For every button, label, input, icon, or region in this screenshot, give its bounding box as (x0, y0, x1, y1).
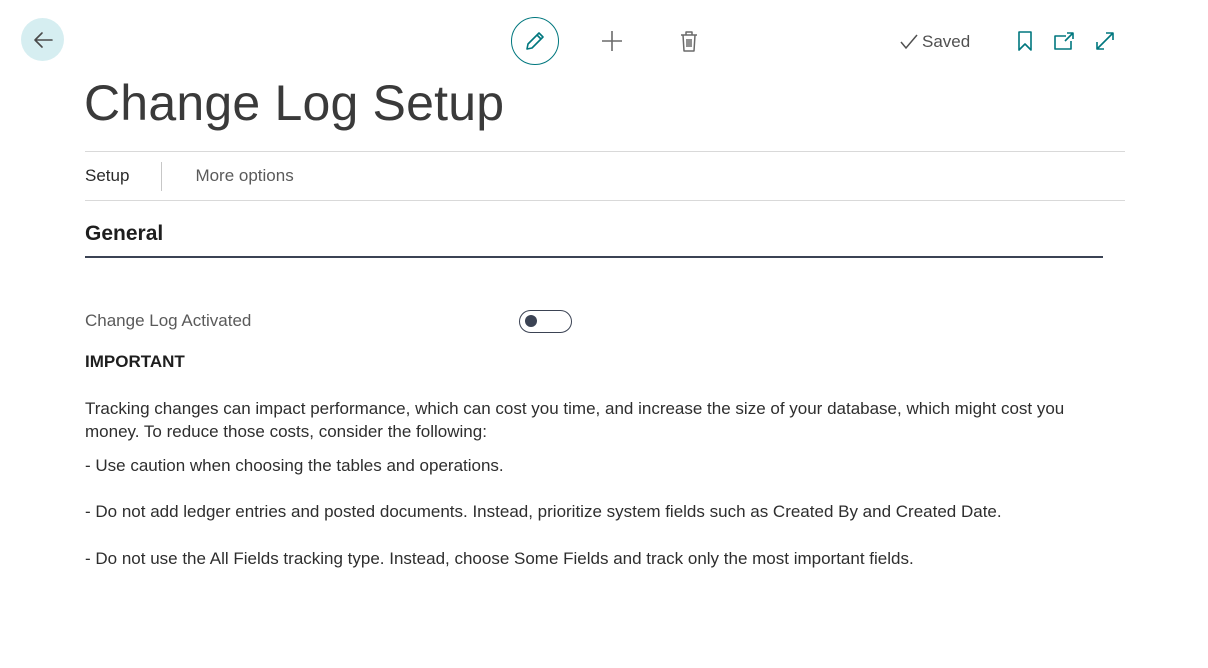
important-bullet: - Use caution when choosing the tables a… (85, 456, 504, 475)
expand-button[interactable] (1092, 28, 1118, 54)
important-bullet: - Do not add ledger entries and posted d… (85, 502, 1002, 521)
general-section-header[interactable]: General (85, 222, 1103, 258)
menu-item-more-options[interactable]: More options (162, 166, 293, 186)
bookmark-icon (1018, 31, 1032, 51)
change-log-activated-toggle[interactable] (519, 310, 572, 333)
open-in-new-window-icon (1054, 32, 1074, 50)
trash-icon (681, 31, 697, 52)
important-bullet: - Do not use the All Fields tracking typ… (85, 549, 914, 568)
important-heading: IMPORTANT (85, 352, 185, 371)
bookmark-button[interactable] (1013, 28, 1037, 54)
checkmark-icon (900, 34, 918, 50)
expand-icon (1096, 32, 1114, 50)
edit-button[interactable] (511, 17, 559, 65)
delete-button[interactable] (676, 27, 702, 55)
back-button[interactable] (21, 18, 64, 61)
action-menu-bar: Setup More options (85, 151, 1125, 201)
saved-label: Saved (922, 32, 971, 51)
open-in-new-window-button[interactable] (1051, 28, 1077, 54)
important-intro-text: Tracking changes can impact performance,… (85, 399, 1065, 441)
pencil-icon (526, 32, 544, 50)
toggle-knob (525, 315, 537, 327)
page-title: Change Log Setup (84, 75, 505, 131)
new-button[interactable] (598, 27, 626, 55)
plus-icon (602, 31, 622, 51)
change-log-activated-label: Change Log Activated (85, 311, 252, 330)
menu-item-setup[interactable]: Setup (85, 166, 161, 186)
arrow-left-icon (33, 31, 53, 48)
change-log-setup-page: Saved Change Log Setup Setup More option… (0, 0, 1208, 668)
saved-status: Saved (899, 30, 970, 54)
